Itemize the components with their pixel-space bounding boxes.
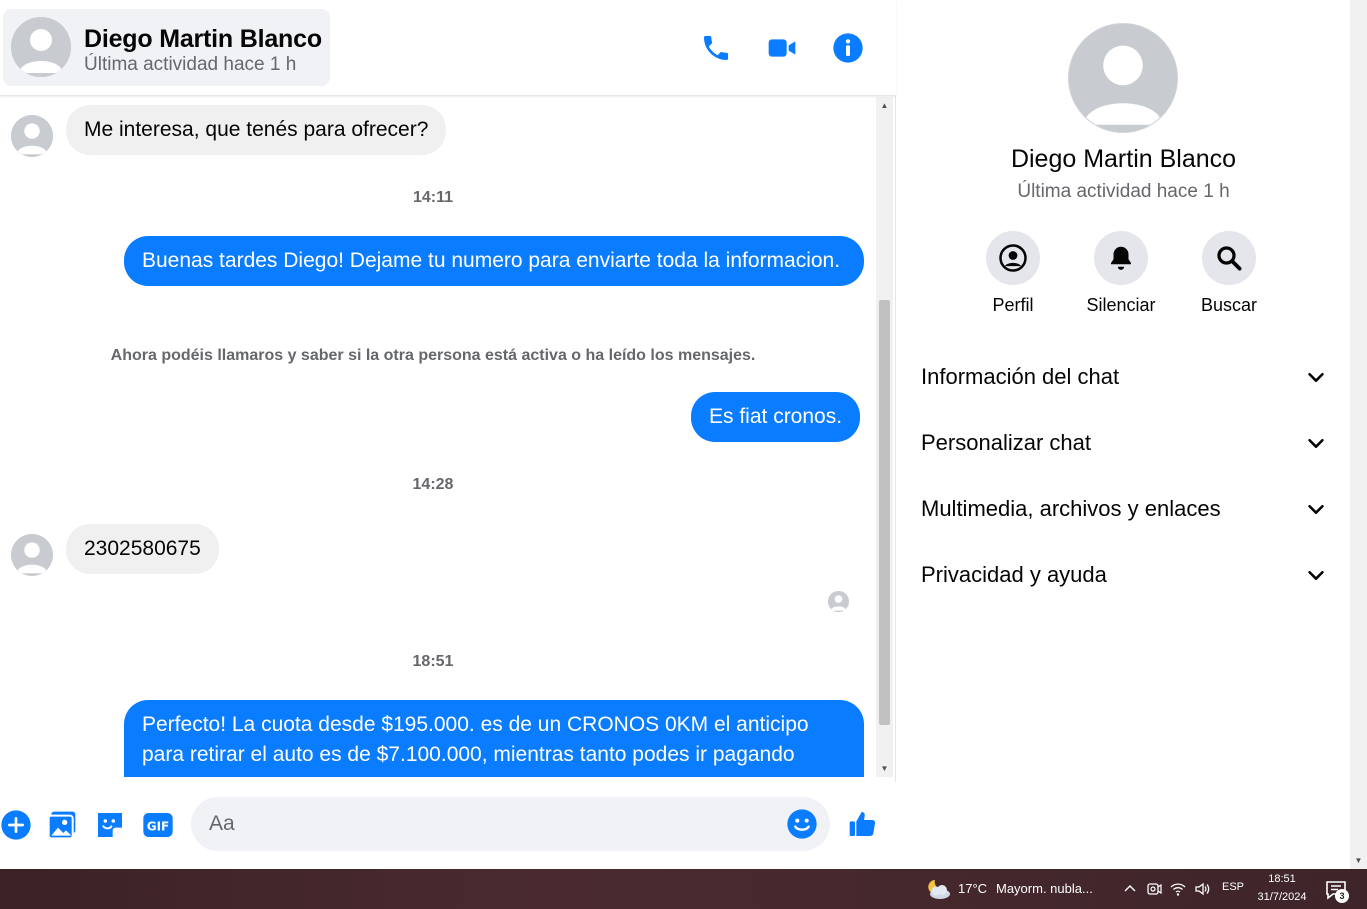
weather-temperature[interactable]: 17°C <box>958 881 987 896</box>
message-list[interactable]: Me interesa, que tenés para ofrecer? 14:… <box>0 97 876 777</box>
read-receipt-avatar <box>828 591 849 612</box>
search-button[interactable]: Buscar <box>1174 231 1284 316</box>
clock-time[interactable]: 18:51 <box>1254 873 1310 885</box>
plus-circle-icon <box>1 810 31 840</box>
volume-tray-icon[interactable] <box>1193 880 1211 898</box>
svg-text:GIF: GIF <box>147 819 170 833</box>
message-outgoing[interactable]: Es fiat cronos. <box>691 392 861 442</box>
section-label: Multimedia, archivos y enlaces <box>921 496 1221 521</box>
scroll-down-arrow[interactable]: ▼ <box>1350 852 1367 869</box>
profile-status: Última actividad hace 1 h <box>1017 181 1230 202</box>
scroll-up-arrow[interactable]: ▲ <box>876 97 893 114</box>
contact-avatar <box>11 17 71 77</box>
section-chat-info[interactable]: Información del chat <box>921 355 1327 399</box>
section-privacy-help[interactable]: Privacidad y ayuda <box>921 553 1327 597</box>
camera-tray-icon[interactable] <box>1145 880 1163 898</box>
info-icon <box>833 33 863 63</box>
clock-date[interactable]: 31/7/2024 <box>1254 891 1310 903</box>
network-tray-icon[interactable] <box>1169 880 1187 898</box>
sticker-icon <box>98 813 122 837</box>
audio-call-button[interactable] <box>698 30 734 66</box>
message-outgoing[interactable]: Perfecto! La cuota desde $195.000. es de… <box>124 700 864 777</box>
chevron-down-icon <box>1308 372 1324 382</box>
chevron-up-icon <box>1124 885 1136 892</box>
wifi-icon <box>1170 883 1186 896</box>
gif-button[interactable]: GIF <box>142 809 174 841</box>
search-button-label: Buscar <box>1200 295 1258 315</box>
contact-header-button[interactable]: Diego Martin Blanco Última actividad hac… <box>3 9 330 86</box>
message-incoming[interactable]: 2302580675 <box>66 524 219 574</box>
timestamp: 18:51 <box>412 653 454 670</box>
chevron-down-icon <box>1308 504 1324 514</box>
section-media-files-links[interactable]: Multimedia, archivos y enlaces <box>921 487 1327 531</box>
profile-name: Diego Martin Blanco <box>1010 145 1237 173</box>
sender-avatar <box>11 115 53 157</box>
message-outgoing[interactable]: Buenas tardes Diego! Dejame tu numero pa… <box>124 236 864 286</box>
timestamp: 14:28 <box>412 476 454 493</box>
message-input[interactable] <box>209 797 779 851</box>
gif-icon: GIF <box>143 813 173 837</box>
emoji-button[interactable] <box>786 808 818 840</box>
message-input-container <box>191 797 830 851</box>
smiley-icon <box>787 809 817 839</box>
video-camera-icon <box>768 39 796 57</box>
partly-cloudy-night-icon[interactable] <box>924 877 952 901</box>
speaker-icon <box>1195 882 1210 896</box>
section-label: Información del chat <box>921 364 1120 389</box>
timestamp: 14:11 <box>412 189 454 206</box>
notification-count-badge: 3 <box>1335 889 1349 903</box>
send-like-button[interactable] <box>846 807 880 841</box>
search-icon <box>1217 246 1242 271</box>
sticker-button[interactable] <box>94 809 126 841</box>
thumbs-up-icon <box>849 812 876 837</box>
scroll-thumb[interactable] <box>879 300 890 725</box>
webcam-icon <box>1147 883 1162 895</box>
message-incoming[interactable]: Me interesa, que tenés para ofrecer? <box>66 105 447 155</box>
more-actions-button[interactable] <box>0 809 32 841</box>
section-label: Privacidad y ayuda <box>921 562 1107 587</box>
windows-taskbar: 17°C Mayorm. nubla... ESP 18:51 31/7/202… <box>0 869 1367 909</box>
profile-button-label: Perfil <box>992 295 1034 315</box>
attach-media-button[interactable] <box>46 809 78 841</box>
message-scrollbar[interactable]: ▲ ▼ <box>876 97 893 777</box>
chat-header: Diego Martin Blanco Última actividad hac… <box>0 0 896 96</box>
mute-button[interactable]: Silenciar <box>1066 231 1176 316</box>
chevron-down-icon <box>1308 438 1324 448</box>
chevron-down-icon <box>1308 570 1324 580</box>
conversation-info-panel: Diego Martin Blanco Última actividad hac… <box>897 0 1350 869</box>
user-circle-icon <box>999 244 1027 272</box>
contact-name: Diego Martin Blanco <box>84 25 322 53</box>
conversation-info-button[interactable] <box>830 30 866 66</box>
weather-description[interactable]: Mayorm. nubla... <box>996 881 1093 896</box>
chat-pane: Diego Martin Blanco Última actividad hac… <box>0 0 896 869</box>
show-hidden-icons-button[interactable] <box>1121 880 1139 898</box>
messenger-window: Diego Martin Blanco Última actividad hac… <box>0 0 1367 909</box>
scroll-down-arrow[interactable]: ▼ <box>876 760 893 777</box>
gallery-icon <box>47 811 76 840</box>
profile-avatar <box>1069 24 1177 132</box>
video-call-button[interactable] <box>764 30 800 66</box>
mute-button-label: Silenciar <box>1086 295 1156 315</box>
contact-status: Última actividad hace 1 h <box>84 54 297 75</box>
page-scrollbar[interactable]: ▼ <box>1350 0 1367 869</box>
sender-avatar <box>11 534 53 576</box>
bell-icon <box>1111 246 1131 270</box>
input-language[interactable]: ESP <box>1222 881 1244 893</box>
system-notice: Ahora podéis llamaros y saber si la otra… <box>110 347 756 364</box>
section-label: Personalizar chat <box>921 430 1091 455</box>
profile-button[interactable]: Perfil <box>958 231 1068 316</box>
composer: GIF <box>0 782 896 869</box>
section-customize-chat[interactable]: Personalizar chat <box>921 421 1327 465</box>
phone-icon <box>704 36 728 60</box>
